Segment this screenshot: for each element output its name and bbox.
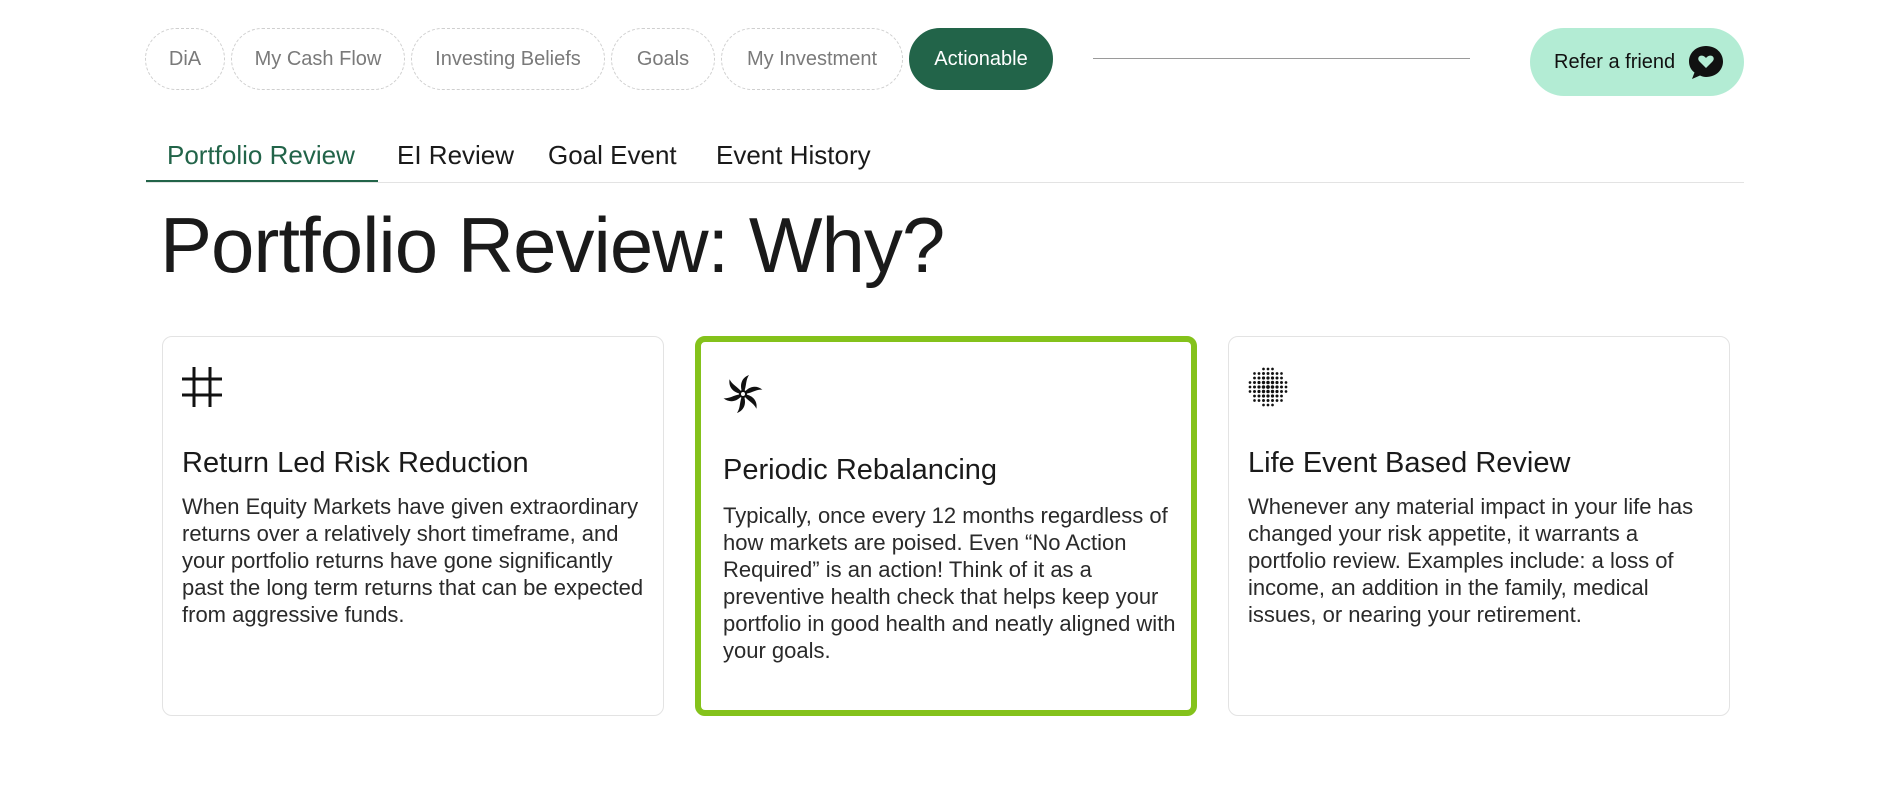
nav-pill-investing-beliefs[interactable]: Investing Beliefs <box>411 28 605 90</box>
nav-pill-my-investment[interactable]: My Investment <box>721 28 903 90</box>
card-title: Life Event Based Review <box>1248 447 1571 479</box>
nav-pill-my-cash-flow[interactable]: My Cash Flow <box>231 28 405 90</box>
card-body: Typically, once every 12 months regardle… <box>723 503 1176 663</box>
pinwheel-icon <box>721 372 765 416</box>
card-title: Periodic Rebalancing <box>723 454 998 486</box>
card-periodic-rebalancing: Periodic Rebalancing Typically, once eve… <box>695 336 1197 716</box>
hash-grid-icon <box>180 365 224 409</box>
card-return-led-risk-reduction: Return Led Risk Reduction When Equity Ma… <box>162 336 664 716</box>
tab-portfolio-review[interactable]: Portfolio Review <box>167 140 355 171</box>
tab-goal-event[interactable]: Goal Event <box>548 140 677 171</box>
tab-event-history[interactable]: Event History <box>716 140 871 171</box>
card-title: Return Led Risk Reduction <box>182 447 529 479</box>
card-body: Whenever any material impact in your lif… <box>1248 494 1694 627</box>
refer-a-friend-button[interactable]: Refer a friend <box>1530 28 1744 96</box>
dotted-sphere-icon <box>1246 365 1290 409</box>
refer-a-friend-label: Refer a friend <box>1554 50 1676 73</box>
page-title: Portfolio Review: Why? <box>160 201 945 289</box>
chat-heart-icon <box>1687 43 1725 81</box>
active-tab-underline <box>146 180 378 182</box>
nav-pill-actionable[interactable]: Actionable <box>909 28 1053 90</box>
nav-pill-goals[interactable]: Goals <box>611 28 715 90</box>
nav-pill-dia[interactable]: DiA <box>145 28 225 90</box>
card-body: When Equity Markets have given extraordi… <box>182 494 644 627</box>
tab-ei-review[interactable]: EI Review <box>397 140 514 171</box>
review-tabs: Portfolio Review EI Review Goal Event Ev… <box>146 130 1744 183</box>
top-nav: DiA My Cash Flow Investing Beliefs Goals… <box>145 28 1053 90</box>
nav-divider-line <box>1093 58 1470 59</box>
card-life-event-based-review: Life Event Based Review Whenever any mat… <box>1228 336 1730 716</box>
